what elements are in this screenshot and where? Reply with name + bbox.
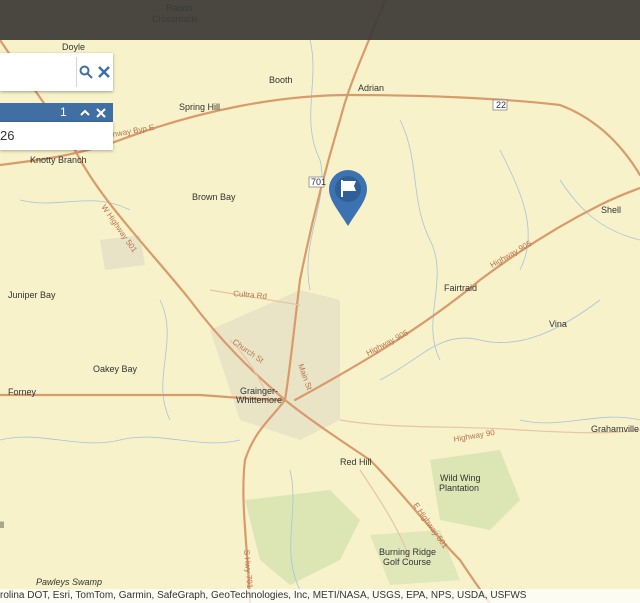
result-text: 26 <box>0 128 15 143</box>
place-label-knotty-branch: Knotty Branch <box>30 155 87 165</box>
search-result-bar: 1 <box>0 103 113 122</box>
route-shield-701-label: 701 <box>311 177 326 187</box>
place-label-adrian: Adrian <box>358 83 384 93</box>
place-label-vina: Vina <box>549 319 567 329</box>
place-label-pawleys-swamp: Pawleys Swamp <box>36 577 102 587</box>
place-label-forney: Forney <box>8 387 37 397</box>
place-label-plantation: Plantation <box>439 483 479 493</box>
place-label-oakey-bay: Oakey Bay <box>93 364 138 374</box>
search-box <box>0 53 113 91</box>
place-label-brown-bay: Brown Bay <box>192 192 236 202</box>
place-label-juniper-bay: Juniper Bay <box>8 290 56 300</box>
place-label-red-hill: Red Hill <box>340 457 372 467</box>
top-bar <box>0 0 640 40</box>
search-input[interactable] <box>0 59 78 87</box>
place-label-fairtraid: Fairtraid <box>444 283 477 293</box>
place-label-spring-hill: Spring Hill <box>179 102 220 112</box>
place-label-burning-ridge: Burning Ridge <box>379 547 436 557</box>
route-shield-22-label: 22 <box>496 100 506 110</box>
place-label-shell: Shell <box>601 205 621 215</box>
close-icon[interactable] <box>97 65 111 79</box>
place-label-booth: Booth <box>269 75 293 85</box>
place-label-grahamville: Grahamville <box>591 424 639 434</box>
place-label-golf-course: Golf Course <box>383 557 431 567</box>
close-results-icon[interactable] <box>95 107 107 119</box>
search-icon[interactable] <box>79 65 93 79</box>
search-divider <box>76 57 77 87</box>
place-label-doyle: Doyle <box>62 42 85 52</box>
place-label-whittemore: Whittemore <box>236 395 282 405</box>
chevron-up-icon[interactable] <box>79 107 91 119</box>
place-label-fragment: ll <box>0 520 4 530</box>
attribution: rolina DOT, Esri, TomTom, Garmin, SafeGr… <box>0 589 640 603</box>
result-count: 1 <box>60 105 67 119</box>
place-label-wild-wing: Wild Wing <box>440 473 481 483</box>
search-result-panel[interactable]: 26 <box>0 122 113 150</box>
